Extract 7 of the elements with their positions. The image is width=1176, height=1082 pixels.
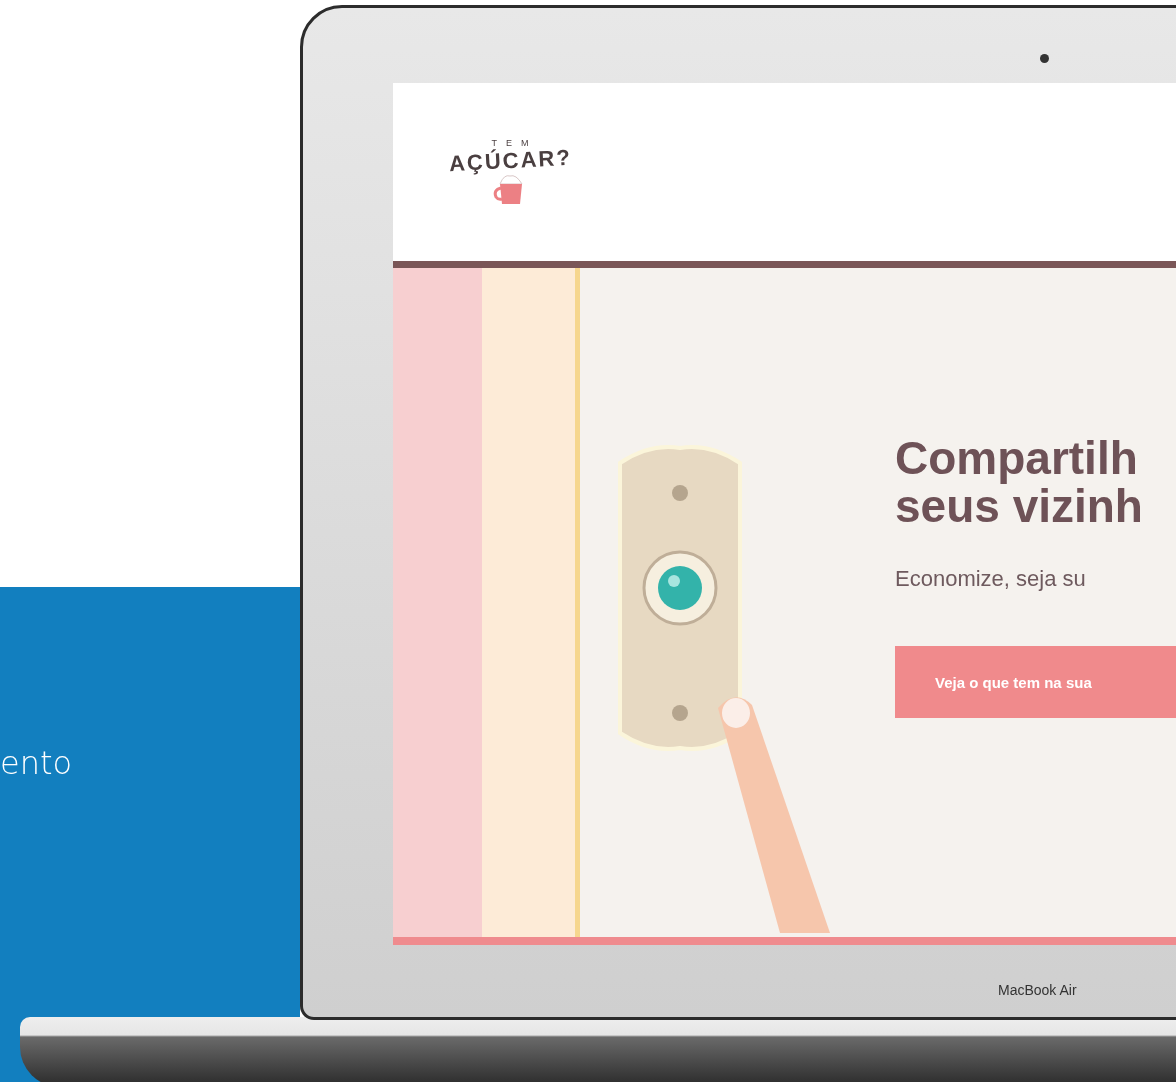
panel-text: ento: [0, 747, 73, 779]
headline: Compartilh seus vizinh: [895, 434, 1143, 530]
laptop-model-label: MacBook Air: [998, 982, 1077, 998]
subtitle: Economize, seja su: [895, 566, 1086, 592]
camera-icon: [1040, 54, 1049, 63]
cta-button[interactable]: Veja o que tem na sua: [895, 646, 1176, 718]
logo-text: TEM: [491, 138, 538, 148]
